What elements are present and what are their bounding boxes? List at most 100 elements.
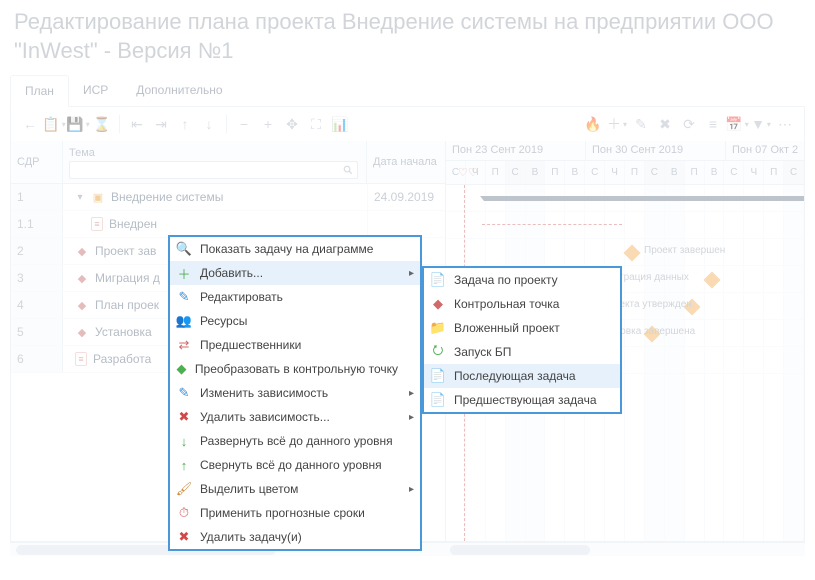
ctx-main-item-7[interactable]: ✖Удалить зависимость... <box>170 405 420 429</box>
ctx-main-item-10[interactable]: 🖌Выделить цветом <box>170 477 420 501</box>
cell-wbs: 5 <box>11 319 63 345</box>
indent-icon[interactable]: ⇥ <box>150 113 172 135</box>
movedown-icon[interactable]: ↓ <box>198 113 220 135</box>
task-name: Внедрение системы <box>111 190 223 204</box>
tab-0[interactable]: План <box>10 75 69 107</box>
col-theme-header[interactable]: Тема <box>63 141 366 161</box>
menu-label: Запуск БП <box>454 345 511 359</box>
back-icon[interactable]: ← <box>19 113 41 135</box>
list-icon[interactable]: ≡ <box>702 113 724 135</box>
menu-label: Добавить... <box>200 266 263 280</box>
cell-date: 24.09.2019 <box>367 184 445 210</box>
toolbar: ← 📋 💾 ⌛ ⇤ ⇥ ↑ ↓ − + ✥ ⛶ 📊 🔥 ＋ ✎ ✖ ⟳ ≡ 📅 … <box>11 107 804 141</box>
ctx-sub-item-0[interactable]: 📄Задача по проекту <box>424 268 620 292</box>
save-icon[interactable]: 💾 <box>67 113 89 135</box>
moveup-icon[interactable]: ↑ <box>174 113 196 135</box>
menu-label: Показать задачу на диаграмме <box>200 242 373 256</box>
hourglass-icon[interactable]: ⌛ <box>91 113 113 135</box>
zoomout-icon[interactable]: − <box>233 113 255 135</box>
menu-icon: 🔍 <box>176 241 192 257</box>
ctx-main-item-12[interactable]: ✖ Удалить задачу(и) <box>170 525 420 549</box>
ctx-main-item-0[interactable]: 🔍 Показать задачу на диаграмме <box>170 237 420 261</box>
search-input[interactable] <box>69 161 358 179</box>
add-icon[interactable]: ＋ <box>606 113 628 135</box>
outdent-icon[interactable]: ⇤ <box>126 113 148 135</box>
ctx-sub-item-1[interactable]: ◆Контрольная точка <box>424 292 620 316</box>
ctx-sub-item-5[interactable]: 📄Предшествующая задача <box>424 388 620 412</box>
tabs: ПланИСРДополнительно <box>10 75 805 107</box>
menu-label: Последующая задача <box>454 369 576 383</box>
menu-icon: ＋ <box>176 265 192 281</box>
page-title: Редактирование плана проекта Внедрение с… <box>0 0 815 71</box>
ctx-main-item-1[interactable]: ＋ Добавить... <box>170 261 420 285</box>
tree-toggle[interactable]: ▾ <box>75 192 85 202</box>
refresh-icon[interactable]: ⟳ <box>678 113 700 135</box>
chart-icon[interactable]: 📊 <box>329 113 351 135</box>
task-bar[interactable] <box>482 224 622 225</box>
milestone-icon: ◆ <box>75 298 89 312</box>
day-header: С <box>585 161 605 184</box>
week-header: Пон 30 Сент 2019 <box>586 141 726 160</box>
task-name: План проек <box>95 298 159 312</box>
cell-wbs: 2 <box>11 238 63 264</box>
menu-label: Предшественники <box>200 338 301 352</box>
fit-icon[interactable]: ✥ <box>281 113 303 135</box>
week-header: Пон 07 Окт 2 <box>726 141 804 160</box>
day-header: П <box>764 161 784 184</box>
fire-icon[interactable]: 🔥 <box>582 113 604 135</box>
menu-label: Применить прогнозные сроки <box>200 506 365 520</box>
ctx-main-item-11[interactable]: ⏱ Применить прогнозные сроки <box>170 501 420 525</box>
cell-wbs: 4 <box>11 292 63 318</box>
menu-label: Задача по проекту <box>454 273 558 287</box>
more-icon[interactable]: ⋯ <box>774 113 796 135</box>
day-header: В <box>565 161 585 184</box>
tab-1[interactable]: ИСР <box>69 75 122 106</box>
cell-theme: ≡Внедрен <box>63 217 367 231</box>
ctx-sub-item-4[interactable]: 📄Последующая задача <box>424 364 620 388</box>
ctx-main-item-8[interactable]: ↓Развернуть всё до данного уровня <box>170 429 420 453</box>
ctx-sub-item-3[interactable]: ⭮Запуск БП <box>424 340 620 364</box>
delete-icon[interactable]: ✖ <box>654 113 676 135</box>
clipboard-icon[interactable]: 📋 <box>43 113 65 135</box>
menu-label: Удалить задачу(и) <box>200 530 302 544</box>
ctx-main-item-5[interactable]: ◆Преобразовать в контрольную точку <box>170 357 420 381</box>
fullscreen-icon[interactable]: ⛶ <box>305 113 327 135</box>
menu-label: Выделить цветом <box>200 482 298 496</box>
task-name: Установка <box>95 325 152 339</box>
menu-icon: ✖ <box>176 529 192 545</box>
menu-label: Преобразовать в контрольную точку <box>195 362 398 376</box>
zoomin-icon[interactable]: + <box>257 113 279 135</box>
milestone-diamond[interactable] <box>704 272 721 289</box>
day-header: Ч <box>744 161 764 184</box>
doc-icon: ≡ <box>75 352 87 366</box>
edit-icon[interactable]: ✎ <box>630 113 652 135</box>
col-date-header[interactable]: Дата начала <box>367 141 445 183</box>
day-header: С <box>645 161 665 184</box>
tab-2[interactable]: Дополнительно <box>122 75 236 106</box>
milestone-icon: ◆ <box>75 325 89 339</box>
calendar-icon[interactable]: 📅 <box>726 113 748 135</box>
milestone-diamond[interactable] <box>624 245 641 262</box>
ctx-sub-item-2[interactable]: 📁Вложенный проект <box>424 316 620 340</box>
folder-icon: ▣ <box>91 190 105 204</box>
ctx-main-item-3[interactable]: 👥Ресурсы <box>170 309 420 333</box>
table-row[interactable]: 1▾▣Внедрение системы24.09.2019 <box>11 184 445 211</box>
ctx-main-item-9[interactable]: ↑Свернуть всё до данного уровня <box>170 453 420 477</box>
col-wbs-header[interactable]: СДР <box>11 141 63 183</box>
cell-wbs: 3 <box>11 265 63 291</box>
menu-icon: ↓ <box>176 433 192 449</box>
cell-date <box>367 211 445 237</box>
day-header: П <box>486 161 506 184</box>
day-header: С <box>506 161 526 184</box>
menu-icon: ⏱ <box>176 505 192 521</box>
day-header: В <box>705 161 725 184</box>
filter-icon[interactable]: ▼ <box>750 113 772 135</box>
day-header: П <box>625 161 645 184</box>
menu-label: Редактировать <box>200 290 283 304</box>
menu-icon: ✎ <box>176 289 192 305</box>
ctx-main-item-4[interactable]: ⇄ Предшественники <box>170 333 420 357</box>
summary-bar[interactable] <box>484 196 804 201</box>
menu-icon: ⇄ <box>176 337 192 353</box>
ctx-main-item-2[interactable]: ✎ Редактировать <box>170 285 420 309</box>
ctx-main-item-6[interactable]: ✎Изменить зависимость <box>170 381 420 405</box>
